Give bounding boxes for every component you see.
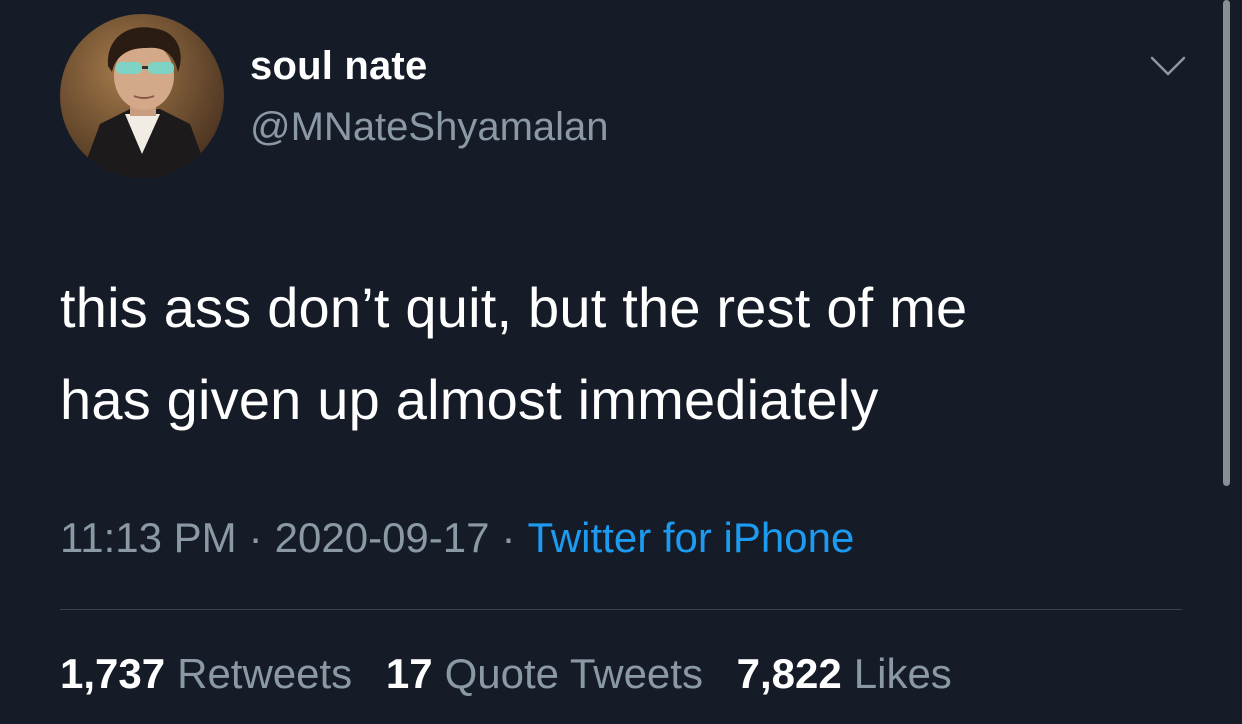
meta-separator: · bbox=[248, 514, 263, 561]
tweet-card: soul nate @MNateShyamalan this ass don’t… bbox=[0, 0, 1242, 724]
quote-tweets-label: Quote Tweets bbox=[444, 650, 703, 697]
tweet-date: 2020-09-17 bbox=[274, 514, 490, 561]
likes-stat[interactable]: 7,822 Likes bbox=[737, 650, 952, 697]
chevron-down-icon[interactable] bbox=[1148, 52, 1188, 80]
tweet-text-line: has given up almost immediately bbox=[60, 368, 879, 431]
retweets-count: 1,737 bbox=[60, 650, 166, 697]
retweets-stat[interactable]: 1,737 Retweets bbox=[60, 650, 352, 697]
quote-tweets-count: 17 bbox=[385, 650, 433, 697]
portrait-avatar-icon bbox=[60, 14, 224, 178]
tweet-meta: 11:13 PM · 2020-09-17 · Twitter for iPhone bbox=[60, 514, 854, 562]
quote-tweets-stat[interactable]: 17 Quote Tweets bbox=[386, 650, 703, 697]
tweet-text-line: this ass don’t quit, but the rest of me bbox=[60, 276, 968, 339]
scrollbar[interactable] bbox=[1223, 0, 1230, 486]
retweets-label: Retweets bbox=[177, 650, 353, 697]
meta-separator: · bbox=[501, 514, 516, 561]
tweet-time: 11:13 PM bbox=[60, 514, 237, 561]
user-handle[interactable]: @MNateShyamalan bbox=[250, 105, 609, 150]
likes-count: 7,822 bbox=[736, 650, 842, 697]
likes-label: Likes bbox=[853, 650, 952, 697]
display-name[interactable]: soul nate bbox=[250, 44, 427, 89]
tweet-text: this ass don’t quit, but the rest of me … bbox=[60, 262, 1190, 446]
tweet-source-link[interactable]: Twitter for iPhone bbox=[528, 514, 855, 561]
divider bbox=[60, 609, 1182, 610]
tweet-stats: 1,737 Retweets 17 Quote Tweets 7,822 Likes bbox=[60, 650, 974, 698]
avatar[interactable] bbox=[60, 14, 224, 178]
